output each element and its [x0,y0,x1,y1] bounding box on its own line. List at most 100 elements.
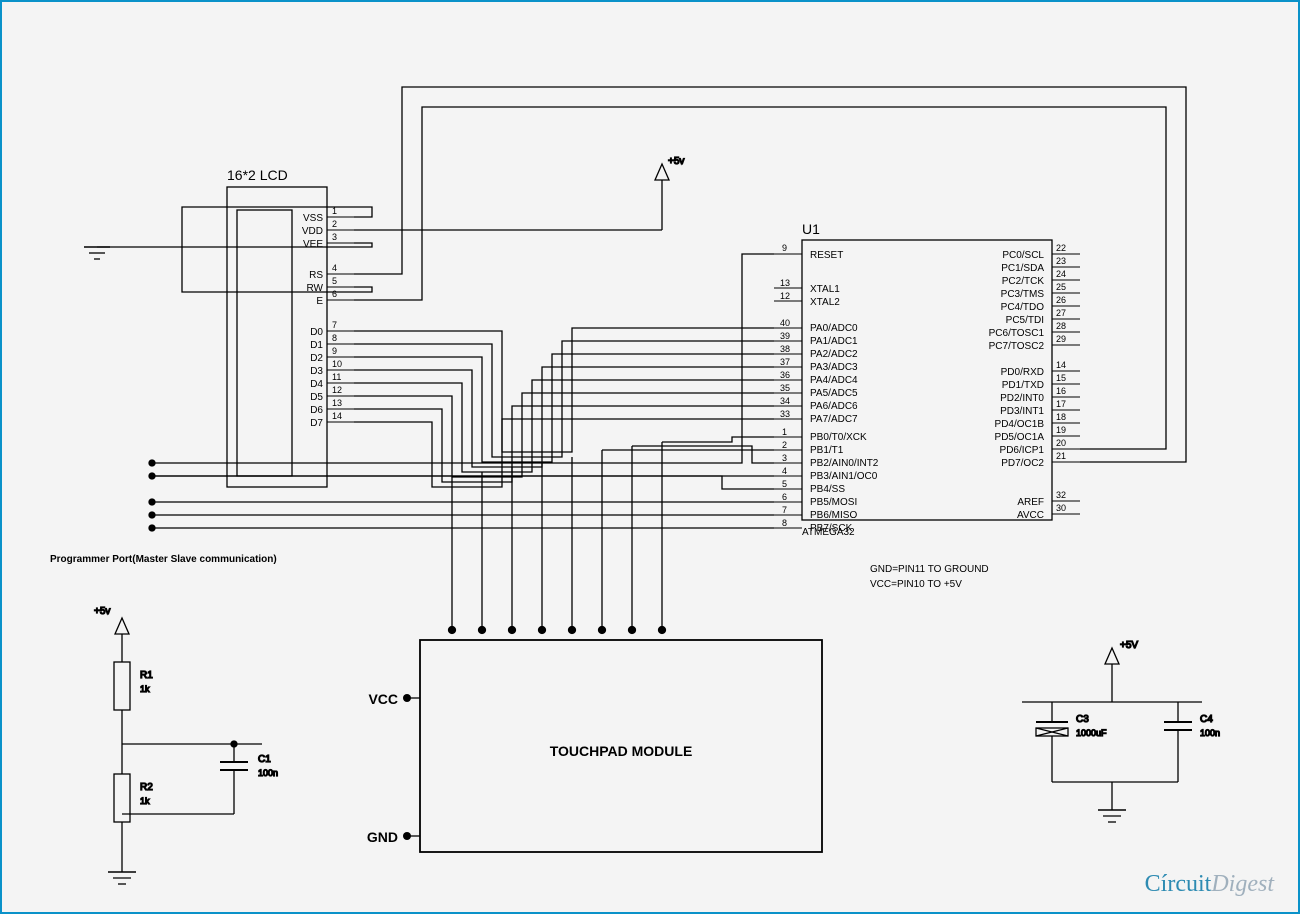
svg-text:PC2/TCK: PC2/TCK [1002,276,1045,287]
svg-text:AREF: AREF [1017,497,1044,508]
logo-part-b: Digest [1211,871,1274,897]
svg-text:PA3/ADC3: PA3/ADC3 [810,362,858,373]
svg-text:PA1/ADC1: PA1/ADC1 [810,336,858,347]
svg-text:33: 33 [780,409,790,419]
c1-val: 100n [258,768,278,778]
svg-text:PD4/OC1B: PD4/OC1B [995,419,1045,430]
svg-text:5: 5 [782,479,787,489]
svg-text:PC0/SCL: PC0/SCL [1002,250,1044,261]
svg-text:PA0/ADC0: PA0/ADC0 [810,323,858,334]
plus5v-label-1: +5v [668,156,684,167]
svg-text:PB7/SCK: PB7/SCK [810,523,853,534]
mcu-ref: U1 [802,221,820,237]
lcd-component: 16*2 LCD VSS VDD VEE RS RW E D0 D1 D2 D3… [227,167,354,487]
svg-text:PA6/ADC6: PA6/ADC6 [810,401,858,412]
svg-text:PD3/INT1: PD3/INT1 [1000,406,1044,417]
svg-text:4: 4 [782,466,787,476]
svg-text:15: 15 [1056,373,1066,383]
svg-text:PD1/TXD: PD1/TXD [1002,380,1044,391]
touchpad-vcc: VCC [368,691,398,707]
c4-ref: C4 [1200,714,1213,725]
c1-ref: C1 [258,754,271,765]
svg-text:8: 8 [332,333,337,343]
svg-text:17: 17 [1056,399,1066,409]
svg-text:PB3/AIN1/OC0: PB3/AIN1/OC0 [810,471,878,482]
svg-text:D6: D6 [310,405,323,416]
svg-text:PB4/SS: PB4/SS [810,484,845,495]
svg-text:34: 34 [780,396,790,406]
c4-val: 100n [1200,728,1220,738]
schematic-frame: 16*2 LCD VSS VDD VEE RS RW E D0 D1 D2 D3… [0,0,1300,914]
svg-text:PA2/ADC2: PA2/ADC2 [810,349,858,360]
svg-text:3: 3 [782,453,787,463]
svg-text:E: E [316,296,323,307]
svg-text:11: 11 [332,372,341,382]
svg-text:PD0/RXD: PD0/RXD [1001,367,1044,378]
svg-text:39: 39 [780,331,790,341]
svg-text:5: 5 [332,276,337,286]
svg-text:7: 7 [332,320,337,330]
svg-text:29: 29 [1056,334,1066,344]
svg-text:PC4/TDO: PC4/TDO [1001,302,1045,313]
svg-text:RS: RS [309,270,323,281]
svg-text:PD2/INT0: PD2/INT0 [1000,393,1044,404]
svg-text:PC7/TOSC2: PC7/TOSC2 [989,341,1045,352]
mcu-component: U1 ATMEGA32 RESET XTAL1XTAL2 PA0/ADC0PA1… [774,221,1080,590]
svg-text:VDD: VDD [302,226,323,237]
svg-text:40: 40 [780,318,790,328]
svg-text:VEE: VEE [303,239,323,250]
svg-text:8: 8 [782,518,787,528]
svg-text:PC6/TOSC1: PC6/TOSC1 [989,328,1045,339]
plus5v-label-3: +5V [1120,640,1138,651]
touchpad-gnd: GND [367,829,398,845]
svg-text:D4: D4 [310,379,323,390]
svg-text:14: 14 [1056,360,1066,370]
svg-text:6: 6 [332,289,337,299]
r2-val: 1k [140,796,150,806]
svg-text:25: 25 [1056,282,1066,292]
svg-text:16: 16 [1056,386,1066,396]
svg-text:D7: D7 [310,418,323,429]
svg-text:PC1/SDA: PC1/SDA [1001,263,1044,274]
programmer-port-label: Programmer Port(Master Slave communicati… [50,554,277,565]
svg-text:9: 9 [782,243,787,253]
svg-text:21: 21 [1056,451,1066,461]
svg-text:PC3/TMS: PC3/TMS [1001,289,1045,300]
svg-text:36: 36 [780,370,790,380]
svg-text:PA5/ADC5: PA5/ADC5 [810,388,858,399]
svg-text:14: 14 [332,411,342,421]
lcd-title: 16*2 LCD [227,167,288,183]
svg-text:D2: D2 [310,353,323,364]
svg-text:AVCC: AVCC [1017,510,1044,521]
svg-text:RESET: RESET [810,250,843,261]
svg-text:3: 3 [332,232,337,242]
svg-text:PB2/AIN0/INT2: PB2/AIN0/INT2 [810,458,879,469]
svg-text:PD5/OC1A: PD5/OC1A [995,432,1045,443]
svg-text:D3: D3 [310,366,323,377]
svg-text:9: 9 [332,346,337,356]
plus5v-label-2: +5v [94,606,110,617]
svg-text:30: 30 [1056,503,1066,513]
svg-text:27: 27 [1056,308,1066,318]
svg-text:D0: D0 [310,327,323,338]
svg-text:2: 2 [332,219,337,229]
logo-part-a: Círcuit [1145,871,1212,897]
svg-text:VSS: VSS [303,213,323,224]
svg-text:4: 4 [332,263,337,273]
mcu-note-vcc: VCC=PIN10 TO +5V [870,579,962,590]
svg-text:PC5/TDI: PC5/TDI [1006,315,1044,326]
svg-text:2: 2 [782,440,787,450]
divider-network: +5v R1 1k R2 1k C1 100n [94,606,278,884]
svg-text:XTAL2: XTAL2 [810,297,840,308]
svg-text:23: 23 [1056,256,1066,266]
svg-text:PB0/T0/XCK: PB0/T0/XCK [810,432,867,443]
gnd-symbol-div [108,872,136,884]
mcu-note-gnd: GND=PIN11 TO GROUND [870,564,989,575]
gnd-symbol-decoup [1098,810,1126,822]
touchpad-title: TOUCHPAD MODULE [550,743,693,759]
svg-text:D1: D1 [310,340,323,351]
svg-text:PB1/T1: PB1/T1 [810,445,844,456]
svg-text:24: 24 [1056,269,1066,279]
svg-text:PB6/MISO: PB6/MISO [810,510,857,521]
svg-text:6: 6 [782,492,787,502]
